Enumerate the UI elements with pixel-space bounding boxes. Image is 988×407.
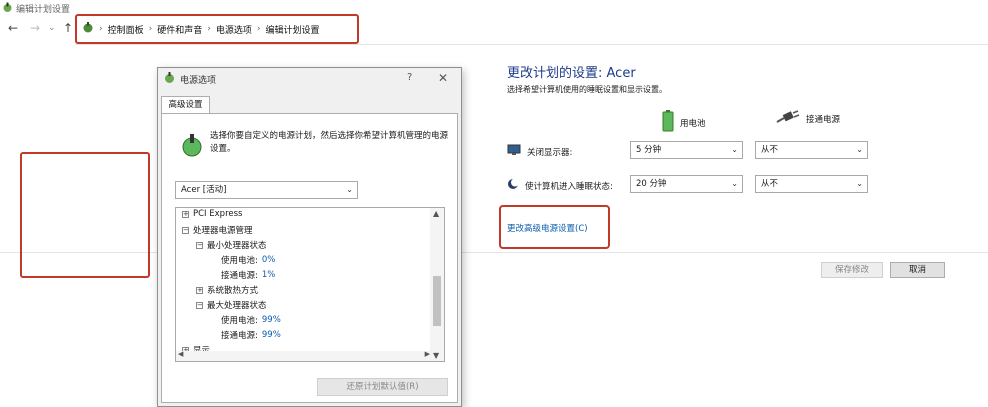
tree-node-max-plugged[interactable]: 接通电源: 99% — [221, 329, 281, 341]
breadcrumb-separator: › — [148, 24, 153, 34]
tab-advanced-settings[interactable]: 高级设置 — [161, 96, 210, 114]
dialog-panel: 选择你要自定义的电源计划，然后选择你希望计算机管理的电源设置。 Acer [活动… — [161, 113, 458, 403]
breadcrumb-separator: › — [256, 24, 261, 34]
horizontal-scrollbar[interactable]: ◀ ▶ — [176, 350, 432, 361]
breadcrumb-control-panel[interactable]: 控制面板 — [108, 23, 144, 36]
dialog-title: 电源选项 — [180, 76, 217, 86]
tree-label: 接通电源: — [221, 331, 258, 341]
breadcrumb[interactable]: › 控制面板 › 硬件和声音 › 电源选项 › 编辑计划设置 — [82, 22, 320, 36]
monitor-icon — [507, 144, 521, 159]
recent-locations-icon[interactable]: ⌄ — [48, 21, 56, 35]
page-title: 更改计划的设置: Acer — [507, 66, 636, 81]
tree-label: 接通电源: — [221, 271, 258, 281]
scroll-thumb[interactable] — [433, 276, 441, 326]
row-turn-off-display: 关闭显示器: — [507, 144, 572, 159]
power-plan-icon — [180, 132, 204, 161]
tree-value[interactable]: 99% — [262, 315, 281, 325]
power-plan-icon — [2, 2, 13, 16]
collapse-icon[interactable]: − — [196, 301, 203, 309]
chevron-down-icon: ⌄ — [731, 179, 738, 188]
moon-icon — [507, 178, 519, 193]
column-header-battery: 用电池 — [662, 110, 706, 135]
back-arrow-icon[interactable]: ← — [8, 21, 18, 35]
row-label-sleep: 使计算机进入睡眠状态: — [525, 181, 613, 192]
expand-icon[interactable]: + — [182, 210, 189, 218]
close-icon[interactable]: ✕ — [438, 71, 448, 85]
power-options-dialog: 电源选项 ? ✕ 高级设置 选择你要自定义的电源计划，然后选择你希望计算机管理的… — [157, 67, 462, 407]
column-header-plugged: 接通电源 — [776, 110, 840, 127]
expand-icon[interactable]: + — [196, 286, 203, 294]
chevron-down-icon: ⌄ — [856, 179, 863, 188]
window-title: 编辑计划设置 — [16, 5, 71, 15]
tree-label: 系统散热方式 — [207, 286, 259, 296]
select-value: 20 分钟 — [636, 179, 667, 189]
breadcrumb-edit-plan[interactable]: 编辑计划设置 — [265, 23, 319, 36]
control-panel-icon — [82, 22, 94, 36]
dialog-description: 选择你要自定义的电源计划，然后选择你希望计算机管理的电源设置。 — [210, 131, 449, 154]
power-plug-icon — [776, 110, 800, 127]
select-value: 5 分钟 — [636, 145, 662, 155]
select-value: 从不 — [761, 179, 779, 189]
display-battery-select[interactable]: 5 分钟 ⌄ — [630, 141, 743, 159]
settings-tree[interactable]: + PCI Express − 处理器电源管理 − 最小处理器状态 使用电池: 0% 接… — [175, 207, 445, 362]
chevron-down-icon: ⌄ — [346, 185, 353, 194]
battery-icon — [662, 110, 674, 135]
tree-value[interactable]: 99% — [262, 330, 281, 340]
tree-node-max-state[interactable]: − 最大处理器状态 — [196, 299, 267, 311]
chevron-down-icon: ⌄ — [856, 145, 863, 154]
tree-label: 处理器电源管理 — [193, 226, 253, 236]
plan-select[interactable]: Acer [活动] ⌄ — [175, 181, 358, 199]
cancel-button[interactable]: 取消 — [890, 262, 945, 278]
row-label-display: 关闭显示器: — [527, 147, 573, 158]
tree-label: PCI Express — [193, 209, 243, 219]
tree-node-min-plugged[interactable]: 接通电源: 1% — [221, 269, 275, 281]
page-description: 选择希望计算机使用的睡眠设置和显示设置。 — [507, 85, 667, 94]
sleep-plugged-select[interactable]: 从不 ⌄ — [755, 175, 868, 193]
forward-arrow-icon[interactable]: → — [30, 21, 40, 35]
restore-defaults-button[interactable]: 还原计划默认值(R) — [317, 378, 448, 396]
breadcrumb-hardware-sound[interactable]: 硬件和声音 — [157, 23, 202, 36]
help-icon[interactable]: ? — [407, 72, 412, 83]
scroll-left-icon[interactable]: ◀ — [178, 350, 183, 358]
select-value: 从不 — [761, 145, 779, 155]
address-bar-divider — [75, 44, 988, 45]
column-label-plugged: 接通电源 — [806, 114, 841, 125]
tree-node-min-battery[interactable]: 使用电池: 0% — [221, 254, 275, 266]
breadcrumb-power-options[interactable]: 电源选项 — [216, 23, 252, 36]
row-sleep: 使计算机进入睡眠状态: — [507, 178, 613, 193]
breadcrumb-separator: › — [207, 24, 211, 34]
collapse-icon[interactable]: − — [182, 226, 189, 234]
power-plan-icon — [163, 72, 176, 87]
scroll-up-icon[interactable]: ▲ — [433, 209, 439, 218]
tree-node-max-battery[interactable]: 使用电池: 99% — [221, 314, 281, 326]
advanced-settings-link[interactable]: 更改高级电源设置(C) — [507, 222, 588, 234]
display-plugged-select[interactable]: 从不 ⌄ — [755, 141, 868, 159]
processor-settings-highlight — [20, 152, 150, 278]
collapse-icon[interactable]: − — [196, 241, 203, 249]
tree-value[interactable]: 1% — [262, 270, 276, 280]
sleep-battery-select[interactable]: 20 分钟 ⌄ — [630, 175, 743, 193]
tree-node-cooling[interactable]: + 系统散热方式 — [196, 284, 258, 296]
vertical-scrollbar[interactable]: ▲ ▼ — [430, 208, 444, 361]
breadcrumb-separator: › — [99, 24, 103, 34]
tree-node-pci[interactable]: + PCI Express — [182, 209, 242, 219]
tree-label: 使用电池: — [221, 256, 258, 266]
tree-value[interactable]: 0% — [262, 255, 276, 265]
up-arrow-icon[interactable]: ↑ — [63, 21, 73, 35]
scroll-down-icon[interactable]: ▼ — [433, 351, 439, 360]
tree-label: 最小处理器状态 — [207, 241, 267, 251]
tree-node-min-state[interactable]: − 最小处理器状态 — [196, 239, 267, 251]
tree-label: 使用电池: — [221, 316, 258, 326]
save-button[interactable]: 保存修改 — [821, 262, 883, 278]
scroll-right-icon[interactable]: ▶ — [425, 350, 430, 358]
tree-label: 最大处理器状态 — [207, 301, 267, 311]
select-value: Acer [活动] — [181, 185, 227, 195]
chevron-down-icon: ⌄ — [731, 145, 738, 154]
tree-node-processor[interactable]: − 处理器电源管理 — [182, 224, 253, 236]
column-label-battery: 用电池 — [680, 118, 706, 129]
